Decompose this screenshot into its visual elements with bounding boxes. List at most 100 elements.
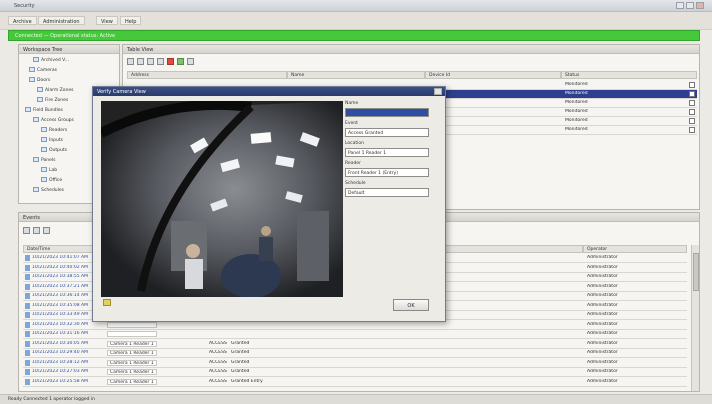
refresh-events-icon[interactable] bbox=[33, 227, 40, 234]
col-address[interactable]: Address bbox=[127, 71, 287, 79]
event-description bbox=[231, 322, 301, 328]
maximize-button[interactable] bbox=[686, 2, 694, 9]
tree-item[interactable]: Inputs bbox=[41, 137, 63, 144]
event-row[interactable]: 10/21/2023 10:31:16 AM Administrator bbox=[23, 330, 687, 339]
menu-administration[interactable]: Administration bbox=[38, 16, 85, 25]
event-source: Camera 1 Reader 1 bbox=[107, 340, 157, 347]
tree-item[interactable]: Alarm Zones bbox=[37, 87, 73, 94]
tree-item-label: Lab bbox=[49, 168, 58, 173]
row-checkbox[interactable] bbox=[689, 91, 695, 97]
minimize-button[interactable] bbox=[676, 2, 684, 9]
event-datetime: 10/21/2023 10:29:40 AM bbox=[32, 350, 88, 355]
event-type-icon bbox=[25, 293, 30, 299]
tree-item[interactable]: Schedules bbox=[33, 187, 64, 194]
event-row[interactable]: 10/21/2023 10:29:40 AM Camera 1 Reader 1 A… bbox=[23, 349, 687, 358]
tree-item[interactable]: Panels bbox=[33, 157, 55, 164]
field-value[interactable]: Panel 1 Reader 1 bbox=[345, 148, 429, 157]
event-type-icon bbox=[25, 359, 30, 366]
field-label: Name bbox=[345, 101, 359, 106]
row-status: Monitored bbox=[565, 109, 588, 114]
tree-item[interactable]: Readers bbox=[41, 127, 67, 134]
refresh-icon[interactable] bbox=[127, 58, 134, 65]
event-source: Camera 1 Reader 1 bbox=[107, 359, 157, 366]
tree-item[interactable]: Field Bundles bbox=[25, 107, 63, 114]
filter-icon[interactable] bbox=[157, 58, 164, 65]
row-status: Monitored bbox=[565, 82, 588, 87]
enable-icon[interactable] bbox=[177, 58, 184, 65]
events-scrollbar[interactable] bbox=[691, 245, 699, 391]
row-status: Monitored bbox=[565, 100, 588, 105]
event-source: Camera 1 Reader 1 bbox=[107, 369, 157, 375]
field-value[interactable]: Access Granted bbox=[345, 128, 429, 137]
col-status[interactable]: Status bbox=[561, 71, 697, 79]
tree-item-label: Schedules bbox=[41, 188, 65, 193]
tree-item-label: Fire Zones bbox=[45, 98, 69, 103]
event-type-icon bbox=[25, 369, 30, 375]
field-value[interactable]: Front Reader 1 (Entry) bbox=[345, 168, 429, 177]
event-operator: Administrator bbox=[587, 283, 618, 289]
export-icon[interactable] bbox=[187, 58, 194, 65]
event-description: Granted bbox=[231, 350, 250, 355]
tree-item[interactable]: Lab bbox=[41, 167, 57, 174]
tree-item[interactable]: Doors bbox=[29, 77, 50, 84]
tree-item-label: Panels bbox=[41, 158, 56, 163]
col-name[interactable]: Name bbox=[287, 71, 425, 79]
event-type-icon bbox=[25, 321, 30, 328]
event-type-icon bbox=[25, 274, 30, 280]
event-operator: Administrator bbox=[587, 274, 618, 279]
events-scroll-thumb[interactable] bbox=[693, 253, 699, 291]
folder-icon bbox=[33, 117, 39, 122]
ok-button[interactable]: OK bbox=[393, 299, 429, 311]
event-source: Camera 1 Reader 1 bbox=[107, 378, 157, 385]
menu-view[interactable]: View bbox=[96, 16, 118, 25]
folder-icon bbox=[29, 77, 35, 82]
field-value[interactable]: Default bbox=[345, 188, 429, 197]
row-status: Monitored bbox=[565, 118, 588, 123]
tree-item[interactable]: Archived V... bbox=[33, 57, 69, 64]
tree-item[interactable]: Office bbox=[41, 177, 62, 184]
close-button[interactable] bbox=[696, 2, 704, 9]
row-checkbox[interactable] bbox=[689, 127, 695, 133]
tree-item-label: Inputs bbox=[49, 138, 63, 143]
tree-item[interactable]: Access Groups bbox=[33, 117, 74, 124]
event-type-icon bbox=[25, 350, 30, 356]
row-checkbox[interactable] bbox=[689, 118, 695, 124]
event-row[interactable]: 10/21/2023 10:25:58 AM Camera 1 Reader 1 A… bbox=[23, 378, 687, 387]
clear-icon[interactable] bbox=[43, 227, 50, 234]
tree-item-label: Field Bundles bbox=[33, 108, 63, 113]
camera-video-feed bbox=[101, 101, 343, 297]
tree-item-label: Outputs bbox=[49, 148, 67, 153]
row-checkbox[interactable] bbox=[689, 82, 695, 88]
event-row[interactable]: 10/21/2023 10:28:12 AM Camera 1 Reader 1 A… bbox=[23, 359, 687, 368]
menu-help[interactable]: Help bbox=[120, 16, 142, 25]
tree-item[interactable]: Outputs bbox=[41, 147, 67, 154]
dialog-close-button[interactable] bbox=[434, 88, 442, 95]
row-status: Monitored bbox=[565, 127, 588, 132]
tree-item-label: Readers bbox=[49, 128, 68, 133]
col-device-id[interactable]: Device Id bbox=[425, 71, 561, 79]
event-row[interactable]: 10/21/2023 10:27:03 AM Camera 1 Reader 1 A… bbox=[23, 368, 687, 377]
tree-item[interactable]: Fire Zones bbox=[37, 97, 68, 104]
tree-item[interactable]: Cameras bbox=[29, 67, 57, 74]
add-icon[interactable] bbox=[137, 58, 144, 65]
row-checkbox[interactable] bbox=[689, 100, 695, 106]
field-value[interactable] bbox=[345, 108, 429, 117]
col-operator[interactable]: Operator bbox=[583, 245, 687, 253]
dialog-title: Verify Camera View bbox=[93, 87, 445, 96]
event-operator: Administrator bbox=[587, 359, 618, 365]
field-label: Event bbox=[345, 121, 358, 126]
event-type-icon bbox=[25, 264, 30, 271]
event-type: ACCESS bbox=[209, 350, 227, 355]
title-bar: Security bbox=[0, 0, 712, 12]
event-type-icon bbox=[25, 312, 30, 318]
edit-icon[interactable] bbox=[147, 58, 154, 65]
status-banner: Connected — Operational status: Active bbox=[8, 30, 700, 41]
event-row[interactable]: 10/21/2023 10:30:05 AM Camera 1 Reader 1 A… bbox=[23, 340, 687, 349]
print-icon[interactable] bbox=[23, 227, 30, 234]
menu-archive[interactable]: Archive bbox=[8, 16, 37, 25]
row-checkbox[interactable] bbox=[689, 109, 695, 115]
event-datetime: 10/21/2023 10:32:30 AM bbox=[32, 321, 88, 327]
tree-item-label: Office bbox=[49, 178, 63, 183]
delete-icon[interactable] bbox=[167, 58, 174, 65]
snapshot-icon[interactable] bbox=[103, 299, 111, 306]
